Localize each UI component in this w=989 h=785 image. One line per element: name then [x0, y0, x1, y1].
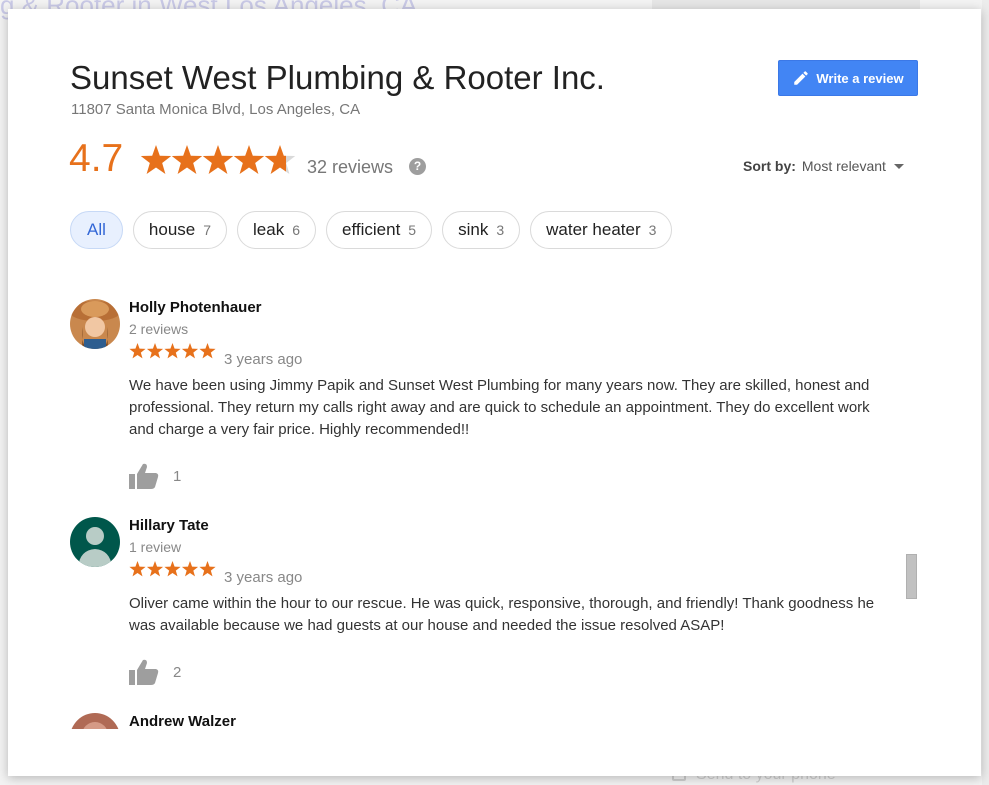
review-text: Oliver came within the hour to our rescu… — [129, 595, 875, 634]
rating-star — [140, 145, 172, 174]
help-icon[interactable]: ? — [409, 158, 426, 175]
chip-count: 3 — [496, 222, 505, 238]
chevron-down-icon — [893, 163, 904, 169]
avatar[interactable] — [70, 299, 120, 349]
reviewer-review-count: 2 reviews — [129, 321, 189, 337]
review-time: 3 years ago — [224, 351, 303, 368]
filter-chip-water-heater[interactable]: water heater 3 — [530, 211, 673, 249]
review-star — [146, 343, 164, 359]
chip-count: 7 — [203, 222, 212, 238]
review-star — [181, 343, 199, 359]
sort-label: Sort by: — [743, 158, 796, 174]
reviewer-review-count: 1 review — [129, 539, 182, 555]
background-scroll-area — [982, 0, 989, 785]
rating-star — [264, 145, 296, 174]
filter-chip-sink[interactable]: sink 3 — [442, 211, 521, 249]
filter-chip-all[interactable]: All — [70, 211, 123, 249]
thumbs-up-icon — [129, 463, 159, 489]
review-item: Hillary Tate 1 review 3 years ago Oliver… — [70, 517, 890, 697]
review-item: Andrew Walzer — [70, 713, 890, 729]
like-button[interactable]: 1 — [129, 463, 181, 489]
sort-value: Most relevant — [801, 158, 886, 174]
chip-label: leak — [253, 220, 285, 239]
filter-chip-leak[interactable]: leak 6 — [237, 211, 317, 249]
review-time: 3 years ago — [224, 569, 303, 586]
chip-label: sink — [458, 220, 489, 239]
review-star — [199, 343, 216, 359]
review-star — [129, 343, 146, 359]
like-count: 2 — [173, 663, 182, 681]
review-star — [146, 561, 164, 577]
review-text: We have been using Jimmy Papik and Sunse… — [129, 377, 870, 438]
review-star — [129, 561, 146, 577]
user-photo — [70, 713, 120, 729]
review-star-rating — [129, 561, 216, 577]
review-item: Holly Photenhauer 2 reviews 3 years ago … — [70, 299, 890, 499]
like-count: 1 — [173, 467, 182, 485]
thumbs-up-icon — [129, 659, 159, 685]
chip-label: water heater — [546, 220, 641, 239]
like-button[interactable]: 2 — [129, 659, 181, 685]
chip-count: 5 — [408, 222, 417, 238]
chip-count: 6 — [292, 222, 301, 238]
pencil-icon — [794, 71, 809, 85]
scrollbar-thumb[interactable] — [906, 554, 917, 599]
rating-star — [233, 145, 265, 174]
write-review-button[interactable]: Write a review — [778, 60, 918, 96]
review-star-rating — [129, 343, 216, 359]
review-star — [199, 561, 216, 577]
rating-star — [171, 145, 203, 174]
review-filter-chips: All house 7 leak 6 efficient 5 sink 3 wa… — [70, 211, 673, 249]
avatar[interactable] — [70, 517, 120, 567]
avatar[interactable] — [70, 713, 120, 729]
filter-chip-efficient[interactable]: efficient 5 — [326, 211, 433, 249]
average-rating: 4.7 — [69, 137, 124, 180]
review-star — [164, 561, 181, 577]
review-star — [164, 343, 181, 359]
write-review-label: Write a review — [816, 70, 904, 86]
chip-label: house — [148, 220, 196, 239]
user-photo — [70, 299, 120, 349]
chip-label: efficient — [342, 220, 401, 239]
reviewer-name[interactable]: Andrew Walzer — [129, 713, 236, 729]
rating-star — [202, 145, 234, 174]
reviewer-name[interactable]: Holly Photenhauer — [129, 299, 262, 316]
reviewer-name[interactable]: Hillary Tate — [129, 517, 209, 534]
review-count[interactable]: 32 reviews — [307, 157, 393, 178]
sort-dropdown[interactable]: Sort by: Most relevant — [743, 158, 904, 174]
average-rating-stars — [140, 145, 296, 174]
business-name: Sunset West Plumbing & Rooter Inc. — [70, 59, 605, 96]
business-address: 11807 Santa Monica Blvd, Los Angeles, CA — [71, 101, 361, 118]
default-avatar-icon — [70, 517, 120, 567]
chip-count: 3 — [648, 222, 657, 238]
reviews-dialog: Sunset West Plumbing & Rooter Inc. 11807… — [8, 9, 981, 776]
filter-chip-house[interactable]: house 7 — [132, 211, 228, 249]
review-star — [181, 561, 199, 577]
chip-label: All — [87, 220, 106, 239]
